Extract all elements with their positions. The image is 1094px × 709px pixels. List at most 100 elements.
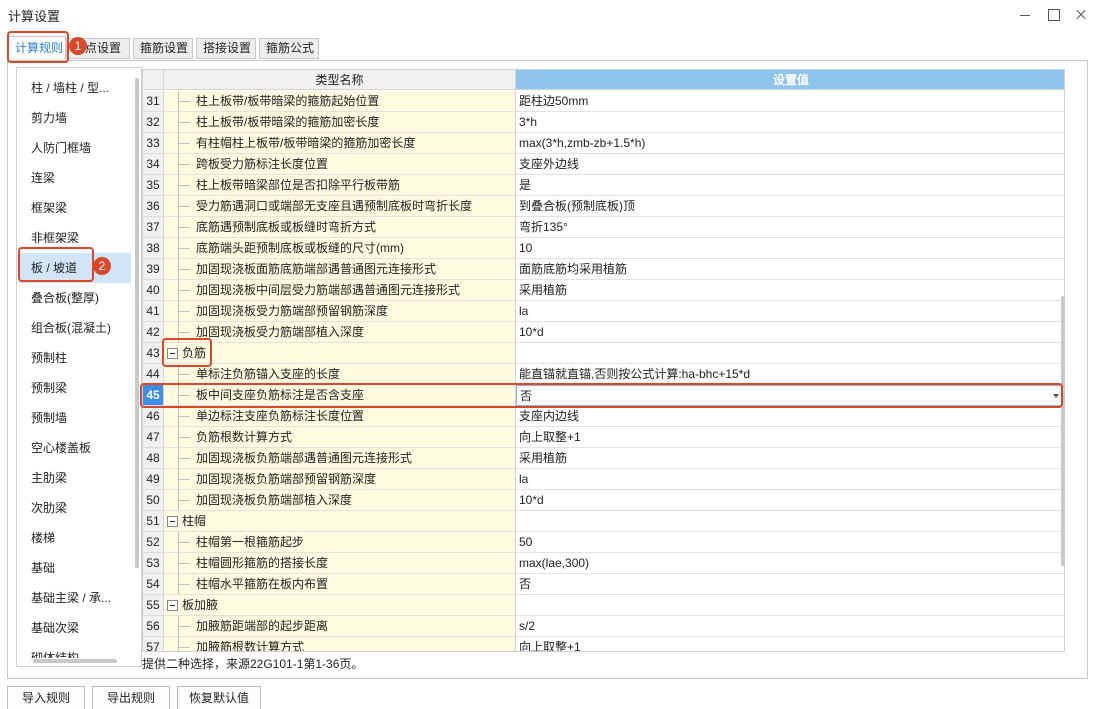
table-row[interactable]: 34 跨板受力筋标注长度位置 支座外边线 (143, 154, 1064, 175)
window-title: 计算设置 (8, 9, 61, 24)
restore-defaults-button[interactable]: 恢复默认值 (177, 686, 261, 709)
sidebar-item-hollow-floor-slab[interactable]: 空心楼盖板 (18, 433, 131, 463)
setting-value[interactable]: 距柱边50mm (516, 91, 1064, 112)
sidebar-item-slab-ramp[interactable]: 板 / 坡道 (18, 253, 131, 283)
table-row[interactable]: 33 有柱帽柱上板带/板带暗梁的箍筋加密长度 max(3*h,zmb-zb+1.… (143, 133, 1064, 154)
table-row[interactable]: 38 底筋端头距预制底板或板缝的尺寸(mm) 10 (143, 238, 1064, 259)
tab-stirrup-settings[interactable]: 箍筋设置 (133, 38, 193, 59)
maximize-icon[interactable] (1043, 5, 1063, 25)
sidebar-item-coupling-beam[interactable]: 连梁 (18, 163, 131, 193)
setting-value[interactable]: max(3*h,zmb-zb+1.5*h) (516, 133, 1064, 154)
table-row[interactable]: 31 柱上板带/板带暗梁的箍筋起始位置 距柱边50mm (143, 91, 1064, 112)
setting-value[interactable]: la (516, 301, 1064, 322)
setting-value[interactable]: 10*d (516, 322, 1064, 343)
setting-value[interactable]: 面筋底筋均采用植筋 (516, 259, 1064, 280)
export-rules-button[interactable]: 导出规则 (92, 686, 170, 709)
setting-value[interactable]: 支座外边线 (516, 154, 1064, 175)
setting-value[interactable]: 弯折135° (516, 217, 1064, 238)
row-number: 41 (143, 301, 164, 322)
tab-stirrup-formula[interactable]: 箍筋公式 (259, 38, 319, 59)
sidebar-item-composite-slab-full[interactable]: 叠合板(整厚) (18, 283, 131, 313)
setting-value[interactable]: 10*d (516, 490, 1064, 511)
table-row[interactable]: 39 加固现浇板面筋底筋端部遇普通图元连接形式 面筋底筋均采用植筋 (143, 259, 1064, 280)
close-icon[interactable] (1071, 5, 1091, 25)
setting-value[interactable]: 支座内边线 (516, 406, 1064, 427)
sidebar-item-frame-beam[interactable]: 框架梁 (18, 193, 131, 223)
table-row[interactable]: 40 加固现浇板中间层受力筋端部遇普通图元连接形式 采用植筋 (143, 280, 1064, 301)
table-row-selected[interactable]: 45 板中间支座负筋标注是否含支座 否 (143, 385, 1064, 406)
setting-value[interactable]: 向上取整+1 (516, 427, 1064, 448)
group-label: 负筋 (182, 346, 207, 360)
table-row[interactable]: 54 柱帽水平箍筋在板内布置 否 (143, 574, 1064, 595)
sidebar-item-main-rib-beam[interactable]: 主肋梁 (18, 463, 131, 493)
row-number: 36 (143, 196, 164, 217)
sidebar-item-composite-slab-concrete[interactable]: 组合板(混凝土) (18, 313, 131, 343)
setting-value[interactable]: 采用植筋 (516, 448, 1064, 469)
sidebar-item-precast-column[interactable]: 预制柱 (18, 343, 131, 373)
sidebar-item-precast-beam[interactable]: 预制梁 (18, 373, 131, 403)
setting-value[interactable]: s/2 (516, 616, 1064, 637)
sidebar-item-column-wall-column[interactable]: 柱 / 墙柱 / 型... (18, 73, 131, 103)
table-row[interactable]: 52 柱帽第一根箍筋起步 50 (143, 532, 1064, 553)
group-row-column-cap[interactable]: 51 柱帽 (143, 511, 1064, 532)
sidebar-vertical-scrollbar[interactable] (135, 78, 139, 568)
setting-value[interactable]: 否 (516, 574, 1064, 595)
setting-value[interactable]: 采用植筋 (516, 280, 1064, 301)
row-number: 43 (143, 343, 164, 364)
setting-name: 底筋遇预制底板或板缝时弯折方式 (164, 217, 516, 238)
setting-value[interactable]: 向上取整+1 (516, 637, 1064, 651)
group-row-negative-rebar[interactable]: 43 负筋 (143, 343, 1064, 364)
collapse-icon[interactable] (167, 348, 178, 359)
sidebar-item-precast-wall[interactable]: 预制墙 (18, 403, 131, 433)
table-row[interactable]: 48 加固现浇板负筋端部遇普通图元连接形式 采用植筋 (143, 448, 1064, 469)
table-row[interactable]: 32 柱上板带/板带暗梁的箍筋加密长度 3*h (143, 112, 1064, 133)
tab-calc-rules[interactable]: 计算规则 (8, 36, 66, 60)
table-row[interactable]: 42 加固现浇板受力筋端部植入深度 10*d (143, 322, 1064, 343)
setting-value[interactable]: la (516, 469, 1064, 490)
row-number: 42 (143, 322, 164, 343)
setting-value[interactable]: 能直锚就直锚,否则按公式计算:ha-bhc+15*d (516, 364, 1064, 385)
collapse-icon[interactable] (167, 516, 178, 527)
sidebar-item-secondary-rib-beam[interactable]: 次肋梁 (18, 493, 131, 523)
collapse-icon[interactable] (167, 600, 178, 611)
setting-value[interactable]: 3*h (516, 112, 1064, 133)
dropdown-selected-value: 否 (520, 389, 533, 403)
table-row[interactable]: 46 单边标注支座负筋标注长度位置 支座内边线 (143, 406, 1064, 427)
sidebar-item-shear-wall[interactable]: 剪力墙 (18, 103, 131, 133)
chevron-down-icon[interactable] (1053, 394, 1059, 398)
sidebar-item-foundation-secondary-beam[interactable]: 基础次梁 (18, 613, 131, 643)
setting-value[interactable]: 10 (516, 238, 1064, 259)
row-number: 52 (143, 532, 164, 553)
table-row[interactable]: 37 底筋遇预制底板或板缝时弯折方式 弯折135° (143, 217, 1064, 238)
table-row[interactable]: 50 加固现浇板负筋端部植入深度 10*d (143, 490, 1064, 511)
sidebar-item-civil-defense-door-wall[interactable]: 人防门框墙 (18, 133, 131, 163)
setting-value[interactable]: 是 (516, 175, 1064, 196)
table-row[interactable]: 36 受力筋遇洞口或端部无支座且遇预制底板时弯折长度 到叠合板(预制底板)顶 (143, 196, 1064, 217)
setting-value[interactable]: 50 (516, 532, 1064, 553)
sidebar-item-stairs[interactable]: 楼梯 (18, 523, 131, 553)
table-row[interactable]: 56 加腋筋距端部的起步距离 s/2 (143, 616, 1064, 637)
sidebar-horizontal-scrollbar[interactable] (33, 659, 117, 663)
setting-value-dropdown[interactable]: 否 (516, 385, 1064, 406)
setting-value[interactable]: max(lae,300) (516, 553, 1064, 574)
setting-value (516, 595, 1064, 616)
table-row[interactable]: 49 加固现浇板负筋端部预留钢筋深度 la (143, 469, 1064, 490)
import-rules-button[interactable]: 导入规则 (7, 686, 85, 709)
tab-lap-settings[interactable]: 搭接设置 (196, 38, 256, 59)
annotation-badge-1: 1 (69, 37, 87, 55)
table-row[interactable]: 35 柱上板带暗梁部位是否扣除平行板带筋 是 (143, 175, 1064, 196)
sidebar-item-foundation[interactable]: 基础 (18, 553, 131, 583)
table-row[interactable]: 57 加腋筋根数计算方式 向上取整+1 (143, 637, 1064, 651)
table-row[interactable]: 47 负筋根数计算方式 向上取整+1 (143, 427, 1064, 448)
group-row-slab-haunch[interactable]: 55 板加腋 (143, 595, 1064, 616)
grid-vertical-scrollbar[interactable] (1061, 296, 1065, 566)
table-row[interactable]: 44 单标注负筋锚入支座的长度 能直锚就直锚,否则按公式计算:ha-bhc+15… (143, 364, 1064, 385)
table-row[interactable]: 41 加固现浇板受力筋端部预留钢筋深度 la (143, 301, 1064, 322)
setting-name: 柱上板带暗梁部位是否扣除平行板带筋 (164, 175, 516, 196)
sidebar-item-foundation-main-beam[interactable]: 基础主梁 / 承... (18, 583, 131, 613)
table-row[interactable]: 53 柱帽圆形箍筋的搭接长度 max(lae,300) (143, 553, 1064, 574)
setting-value[interactable]: 到叠合板(预制底板)顶 (516, 196, 1064, 217)
sidebar-item-non-frame-beam[interactable]: 非框架梁 (18, 223, 131, 253)
minimize-icon[interactable] (1015, 5, 1035, 25)
sidebar-item-masonry[interactable]: 砌体结构 (18, 643, 131, 658)
